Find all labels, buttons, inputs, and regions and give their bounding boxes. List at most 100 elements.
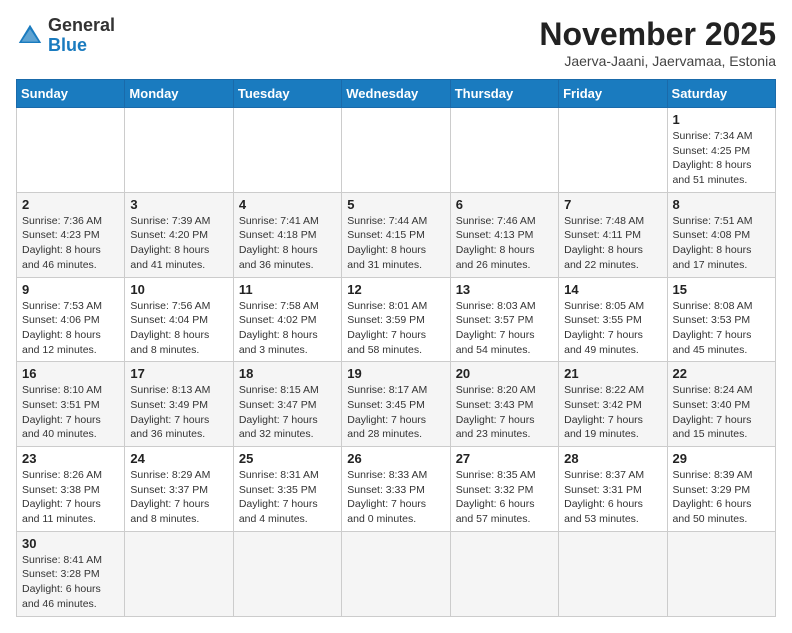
calendar-cell: 14Sunrise: 8:05 AM Sunset: 3:55 PM Dayli… — [559, 277, 667, 362]
calendar-week-4: 16Sunrise: 8:10 AM Sunset: 3:51 PM Dayli… — [17, 362, 776, 447]
day-number: 18 — [239, 366, 336, 381]
day-info: Sunrise: 7:53 AM Sunset: 4:06 PM Dayligh… — [22, 299, 119, 358]
calendar-cell — [667, 531, 775, 616]
day-number: 5 — [347, 197, 444, 212]
calendar-cell: 25Sunrise: 8:31 AM Sunset: 3:35 PM Dayli… — [233, 447, 341, 532]
day-number: 22 — [673, 366, 770, 381]
calendar-header-wednesday: Wednesday — [342, 80, 450, 108]
day-number: 29 — [673, 451, 770, 466]
calendar-cell: 18 Sunrise: 8:15 AM Sunset: 3:47 PM Dayli… — [233, 362, 341, 447]
day-number: 19 — [347, 366, 444, 381]
day-info: Sunrise: 8:05 AM Sunset: 3:55 PM Dayligh… — [564, 299, 661, 358]
day-info: Sunrise: 8:08 AM Sunset: 3:53 PM Dayligh… — [673, 299, 770, 358]
day-number: 30 — [22, 536, 119, 551]
day-info: Sunrise: 8:13 AM Sunset: 3:49 PM Dayligh… — [130, 383, 227, 442]
day-info: Sunrise: 8:20 AM Sunset: 3:43 PM Dayligh… — [456, 383, 553, 442]
calendar-cell: 27Sunrise: 8:35 AM Sunset: 3:32 PM Dayli… — [450, 447, 558, 532]
day-info: Sunrise: 8:15 AM Sunset: 3:47 PM Dayligh… — [239, 383, 336, 442]
location: Jaerva-Jaani, Jaervamaa, Estonia — [539, 53, 776, 69]
calendar-cell — [342, 108, 450, 193]
calendar-cell: 23 Sunrise: 8:26 AM Sunset: 3:38 PM Dayli… — [17, 447, 125, 532]
day-number: 15 — [673, 282, 770, 297]
day-number: 24 — [130, 451, 227, 466]
calendar-week-1: 1Sunrise: 7:34 AM Sunset: 4:25 PM Daylig… — [17, 108, 776, 193]
day-number: 23 — [22, 451, 119, 466]
day-info: Sunrise: 7:56 AM Sunset: 4:04 PM Dayligh… — [130, 299, 227, 358]
calendar-header-row: SundayMondayTuesdayWednesdayThursdayFrid… — [17, 80, 776, 108]
day-number: 11 — [239, 282, 336, 297]
day-number: 13 — [456, 282, 553, 297]
logo-icon — [16, 22, 44, 50]
calendar-header-thursday: Thursday — [450, 80, 558, 108]
day-info: Sunrise: 8:24 AM Sunset: 3:40 PM Dayligh… — [673, 383, 770, 442]
day-info: Sunrise: 7:34 AM Sunset: 4:25 PM Dayligh… — [673, 129, 770, 188]
calendar-cell — [450, 531, 558, 616]
logo: General Blue — [16, 16, 115, 56]
calendar-cell: 2Sunrise: 7:36 AM Sunset: 4:23 PM Daylig… — [17, 192, 125, 277]
day-info: Sunrise: 8:35 AM Sunset: 3:32 PM Dayligh… — [456, 468, 553, 527]
calendar-week-2: 2Sunrise: 7:36 AM Sunset: 4:23 PM Daylig… — [17, 192, 776, 277]
day-number: 4 — [239, 197, 336, 212]
day-info: Sunrise: 7:44 AM Sunset: 4:15 PM Dayligh… — [347, 214, 444, 273]
calendar-cell: 24 Sunrise: 8:29 AM Sunset: 3:37 PM Dayli… — [125, 447, 233, 532]
day-info: Sunrise: 7:41 AM Sunset: 4:18 PM Dayligh… — [239, 214, 336, 273]
calendar-cell: 29Sunrise: 8:39 AM Sunset: 3:29 PM Dayli… — [667, 447, 775, 532]
calendar-cell — [559, 531, 667, 616]
day-number: 9 — [22, 282, 119, 297]
header: General Blue November 2025 Jaerva-Jaani,… — [16, 16, 776, 69]
day-info: Sunrise: 8:41 AM Sunset: 3:28 PM Dayligh… — [22, 553, 119, 612]
day-number: 8 — [673, 197, 770, 212]
calendar-header-saturday: Saturday — [667, 80, 775, 108]
calendar-header-monday: Monday — [125, 80, 233, 108]
day-number: 12 — [347, 282, 444, 297]
calendar-cell: 4 Sunrise: 7:41 AM Sunset: 4:18 PM Daylig… — [233, 192, 341, 277]
calendar-week-5: 23 Sunrise: 8:26 AM Sunset: 3:38 PM Dayli… — [17, 447, 776, 532]
logo-blue: Blue — [48, 35, 87, 55]
day-info: Sunrise: 8:22 AM Sunset: 3:42 PM Dayligh… — [564, 383, 661, 442]
title-area: November 2025 Jaerva-Jaani, Jaervamaa, E… — [539, 16, 776, 69]
calendar-cell: 11Sunrise: 7:58 AM Sunset: 4:02 PM Dayli… — [233, 277, 341, 362]
day-info: Sunrise: 8:29 AM Sunset: 3:37 PM Dayligh… — [130, 468, 227, 527]
day-number: 21 — [564, 366, 661, 381]
day-number: 6 — [456, 197, 553, 212]
calendar-cell: 20 Sunrise: 8:20 AM Sunset: 3:43 PM Dayli… — [450, 362, 558, 447]
day-info: Sunrise: 7:46 AM Sunset: 4:13 PM Dayligh… — [456, 214, 553, 273]
day-info: Sunrise: 7:48 AM Sunset: 4:11 PM Dayligh… — [564, 214, 661, 273]
day-number: 20 — [456, 366, 553, 381]
day-info: Sunrise: 8:03 AM Sunset: 3:57 PM Dayligh… — [456, 299, 553, 358]
calendar-header-tuesday: Tuesday — [233, 80, 341, 108]
calendar-cell — [17, 108, 125, 193]
day-info: Sunrise: 8:33 AM Sunset: 3:33 PM Dayligh… — [347, 468, 444, 527]
calendar-cell — [559, 108, 667, 193]
calendar-cell — [233, 108, 341, 193]
calendar-cell: 30 Sunrise: 8:41 AM Sunset: 3:28 PM Dayli… — [17, 531, 125, 616]
day-info: Sunrise: 8:10 AM Sunset: 3:51 PM Dayligh… — [22, 383, 119, 442]
calendar-cell — [342, 531, 450, 616]
calendar-cell: 21 Sunrise: 8:22 AM Sunset: 3:42 PM Dayli… — [559, 362, 667, 447]
calendar-week-6: 30 Sunrise: 8:41 AM Sunset: 3:28 PM Dayli… — [17, 531, 776, 616]
logo-text: General Blue — [48, 16, 115, 56]
day-number: 25 — [239, 451, 336, 466]
day-info: Sunrise: 7:39 AM Sunset: 4:20 PM Dayligh… — [130, 214, 227, 273]
calendar-cell: 8Sunrise: 7:51 AM Sunset: 4:08 PM Daylig… — [667, 192, 775, 277]
day-number: 3 — [130, 197, 227, 212]
calendar: SundayMondayTuesdayWednesdayThursdayFrid… — [16, 79, 776, 617]
day-info: Sunrise: 8:37 AM Sunset: 3:31 PM Dayligh… — [564, 468, 661, 527]
day-number: 2 — [22, 197, 119, 212]
calendar-cell: 9 Sunrise: 7:53 AM Sunset: 4:06 PM Daylig… — [17, 277, 125, 362]
calendar-cell: 13 Sunrise: 8:03 AM Sunset: 3:57 PM Dayli… — [450, 277, 558, 362]
calendar-cell: 15 Sunrise: 8:08 AM Sunset: 3:53 PM Dayli… — [667, 277, 775, 362]
calendar-cell: 10 Sunrise: 7:56 AM Sunset: 4:04 PM Dayli… — [125, 277, 233, 362]
day-number: 10 — [130, 282, 227, 297]
calendar-cell: 6 Sunrise: 7:46 AM Sunset: 4:13 PM Daylig… — [450, 192, 558, 277]
calendar-cell: 22 Sunrise: 8:24 AM Sunset: 3:40 PM Dayli… — [667, 362, 775, 447]
day-info: Sunrise: 8:26 AM Sunset: 3:38 PM Dayligh… — [22, 468, 119, 527]
calendar-cell: 7Sunrise: 7:48 AM Sunset: 4:11 PM Daylig… — [559, 192, 667, 277]
logo-general: General — [48, 15, 115, 35]
calendar-cell: 16Sunrise: 8:10 AM Sunset: 3:51 PM Dayli… — [17, 362, 125, 447]
calendar-cell: 3 Sunrise: 7:39 AM Sunset: 4:20 PM Daylig… — [125, 192, 233, 277]
calendar-cell — [125, 531, 233, 616]
calendar-header-sunday: Sunday — [17, 80, 125, 108]
calendar-cell: 28Sunrise: 8:37 AM Sunset: 3:31 PM Dayli… — [559, 447, 667, 532]
day-number: 26 — [347, 451, 444, 466]
